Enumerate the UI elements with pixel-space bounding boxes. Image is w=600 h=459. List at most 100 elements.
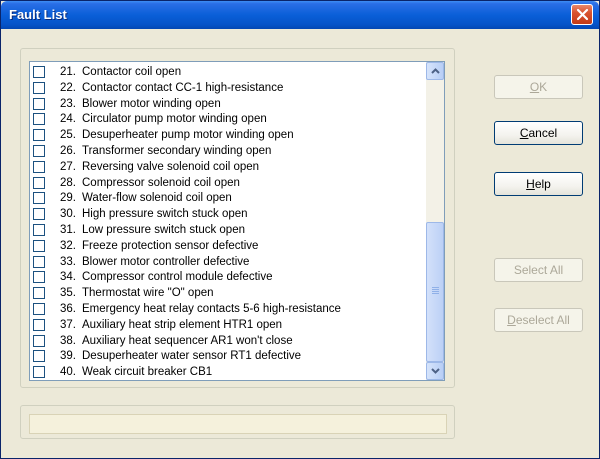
list-item[interactable]: 37. Auxiliary heat strip element HTR1 ope… [30, 317, 425, 333]
fault-label: Contactor contact CC-1 high-resistance [82, 81, 284, 94]
fault-number: 28. [60, 176, 76, 189]
fault-checkbox[interactable] [33, 145, 45, 157]
list-item[interactable]: 28. Compressor solenoid coil open [30, 175, 425, 191]
thumb-grip [432, 293, 439, 294]
scroll-down-button[interactable] [426, 362, 444, 380]
vertical-scrollbar[interactable] [426, 62, 444, 380]
fault-number: 23. [60, 97, 76, 110]
fault-number: 39. [60, 350, 76, 363]
fault-checkbox[interactable] [33, 350, 45, 363]
ok-button[interactable]: OK [494, 75, 583, 99]
fault-number: 32. [60, 239, 76, 252]
fault-label: Desuperheater water sensor RT1 defective [82, 350, 302, 363]
fault-checkbox[interactable] [33, 239, 45, 252]
list-item[interactable]: 38. Auxiliary heat sequencer AR1 won't cl… [30, 333, 425, 349]
list-item[interactable]: 34. Compressor control module defective [30, 269, 425, 285]
list-item[interactable]: 25. Desuperheater pump motor winding open [30, 127, 425, 143]
fault-number: 21. [60, 66, 76, 78]
cancel-label-rest: ancel [528, 126, 558, 140]
fault-label: Low pressure switch stuck open [82, 224, 245, 236]
fault-number: 27. [60, 160, 76, 173]
fault-number: 29. [60, 192, 76, 205]
close-icon [576, 8, 589, 21]
fault-number: 31. [60, 224, 76, 236]
list-item[interactable]: 30. High pressure switch stuck open [30, 206, 425, 222]
list-item[interactable]: 27. Reversing valve solenoid coil open [30, 159, 425, 175]
list-item[interactable]: 33. Blower motor controller defective [30, 254, 425, 270]
fault-checkbox[interactable] [33, 113, 45, 126]
thumb-grip [432, 289, 439, 290]
list-item[interactable]: 35. Thermostat wire "O" open [30, 285, 425, 301]
scroll-thumb[interactable] [426, 222, 444, 362]
title-bar[interactable]: Fault List [1, 1, 599, 29]
fault-number: 24. [60, 113, 76, 126]
fault-checkbox[interactable] [33, 224, 45, 236]
ok-access-key: O [529, 80, 540, 94]
fault-label: Auxiliary heat sequencer AR1 won't close [82, 334, 293, 347]
fault-label: Reversing valve solenoid coil open [82, 160, 260, 173]
fault-checkbox[interactable] [33, 129, 45, 142]
fault-number: 33. [60, 255, 76, 268]
scroll-up-button[interactable] [426, 62, 444, 80]
list-item[interactable]: 26. Transformer secondary winding open [30, 143, 425, 159]
fault-checkbox[interactable] [33, 160, 45, 173]
list-item[interactable]: 32. Freeze protection sensor defective [30, 238, 425, 254]
list-item[interactable]: 31. Low pressure switch stuck open [30, 222, 425, 238]
fault-label: Freeze protection sensor defective [82, 239, 259, 252]
chevron-down-icon [431, 368, 440, 374]
ok-label-rest: K [539, 80, 548, 94]
help-button[interactable]: Help [494, 172, 583, 196]
fault-label: Auxiliary heat strip element HTR1 open [82, 318, 283, 331]
fault-label: Blower motor winding open [82, 97, 221, 110]
fault-label: Contactor coil open [82, 66, 182, 78]
fault-label: Compressor control module defective [82, 271, 273, 284]
fault-checkbox[interactable] [33, 66, 45, 78]
select-all-button[interactable]: Select All [494, 258, 583, 282]
fault-label: Thermostat wire "O" open [82, 287, 214, 300]
fault-number: 38. [60, 334, 76, 347]
list-item[interactable]: 40. Weak circuit breaker CB1 [30, 364, 425, 380]
list-item[interactable]: 36. Emergency heat relay contacts 5-6 hig… [30, 301, 425, 317]
list-item[interactable]: 24. Circulator pump motor winding open [30, 111, 425, 127]
fault-checkbox[interactable] [33, 271, 45, 284]
list-item[interactable]: 29. Water-flow solenoid coil open [30, 190, 425, 206]
deselect-all-button[interactable]: Deselect All [494, 308, 583, 332]
fault-checkbox[interactable] [33, 97, 45, 110]
deselect-all-label-rest: eselect All [515, 313, 570, 327]
fault-checkbox[interactable] [33, 255, 45, 268]
fault-checkbox[interactable] [33, 192, 45, 205]
fault-checkbox[interactable] [33, 303, 45, 315]
window-title: Fault List [9, 7, 67, 22]
fault-checkbox[interactable] [33, 176, 45, 189]
help-label-rest: elp [534, 177, 551, 191]
close-button[interactable] [571, 4, 593, 25]
help-access-key: H [526, 177, 535, 191]
thumb-grip [432, 291, 439, 292]
cancel-button[interactable]: Cancel [494, 121, 583, 145]
fault-checkbox[interactable] [33, 318, 45, 331]
fault-listbox[interactable]: 21. Contactor coil open 22. Contactor conta… [29, 61, 445, 381]
fault-label: Compressor solenoid coil open [82, 176, 240, 189]
fault-number: 40. [60, 366, 76, 379]
fault-number: 30. [60, 208, 76, 221]
fault-checkbox[interactable] [33, 81, 45, 94]
list-item[interactable]: 23. Blower motor winding open [30, 96, 425, 112]
fault-label: Circulator pump motor winding open [82, 113, 267, 126]
fault-number: 22. [60, 81, 76, 94]
fault-checkbox[interactable] [33, 208, 45, 221]
fault-label: Transformer secondary winding open [82, 145, 272, 157]
deselect-all-access-key: D [507, 313, 516, 327]
fault-checkbox[interactable] [33, 287, 45, 300]
fault-number: 26. [60, 145, 76, 157]
fault-label: Water-flow solenoid coil open [82, 192, 232, 205]
select-all-label: Select All [513, 263, 564, 277]
fault-number: 34. [60, 271, 76, 284]
fault-checkbox[interactable] [33, 334, 45, 347]
list-item[interactable]: 21. Contactor coil open [30, 64, 425, 80]
thumb-grip [432, 287, 439, 288]
list-item[interactable]: 22. Contactor contact CC-1 high-resistanc… [30, 80, 425, 96]
status-field [29, 414, 447, 434]
fault-number: 35. [60, 287, 76, 300]
list-item[interactable]: 39. Desuperheater water sensor RT1 defect… [30, 348, 425, 364]
fault-checkbox[interactable] [33, 366, 45, 379]
